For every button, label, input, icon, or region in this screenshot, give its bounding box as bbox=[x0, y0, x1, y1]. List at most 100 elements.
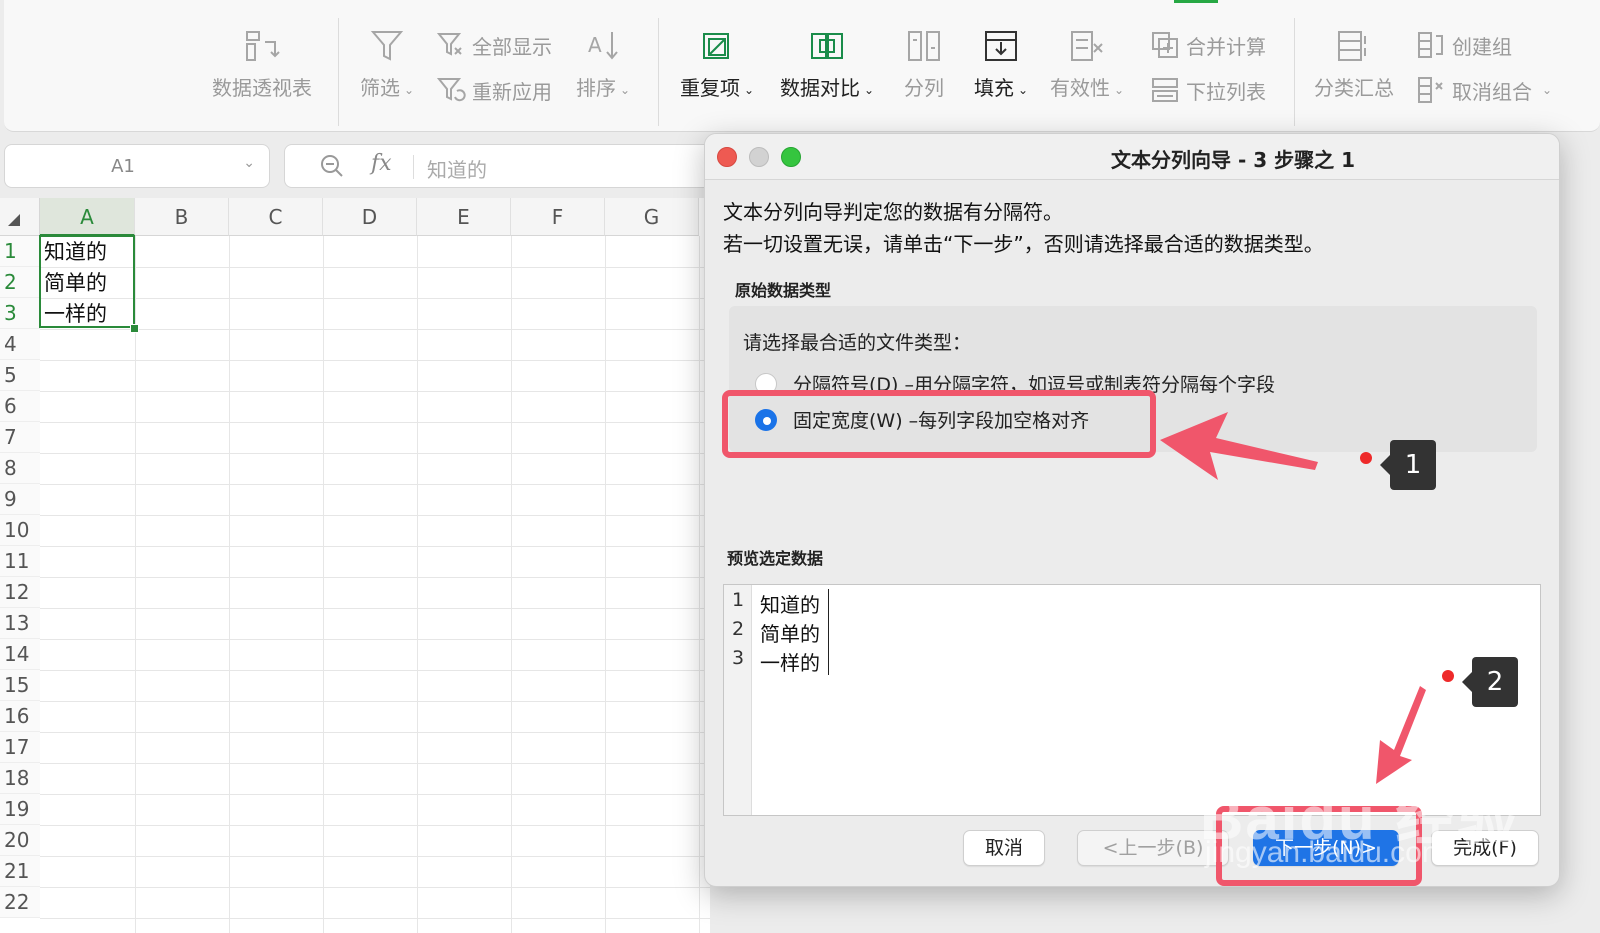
row-header[interactable]: 10 bbox=[0, 515, 40, 546]
grid-line bbox=[417, 236, 418, 933]
row-header[interactable]: 2 bbox=[0, 267, 40, 298]
fill-handle[interactable] bbox=[130, 324, 139, 333]
column-header[interactable]: C bbox=[229, 198, 323, 236]
column-header[interactable]: A bbox=[40, 198, 135, 236]
validity-button[interactable]: 有效性 ⌄ bbox=[1050, 28, 1124, 101]
column-header[interactable]: F bbox=[511, 198, 605, 236]
grid-line bbox=[40, 763, 710, 764]
row-header[interactable]: 11 bbox=[0, 546, 40, 577]
row-header[interactable]: 18 bbox=[0, 763, 40, 794]
grid-line bbox=[40, 856, 710, 857]
sort-icon: A bbox=[584, 28, 622, 64]
grid-line bbox=[511, 236, 512, 933]
row-header[interactable]: 7 bbox=[0, 422, 40, 453]
preview-line-number: 3 bbox=[731, 647, 745, 669]
grid-line bbox=[40, 918, 710, 919]
formula-bar[interactable]: fx 知道的 bbox=[284, 144, 714, 188]
chevron-down-icon[interactable]: ⌄ bbox=[243, 155, 255, 171]
row-header[interactable]: 12 bbox=[0, 577, 40, 608]
ribbon-divider bbox=[338, 18, 339, 126]
pivot-table-button[interactable]: 数据透视表 bbox=[212, 28, 312, 101]
pivot-table-icon bbox=[243, 28, 281, 64]
grid-line bbox=[40, 608, 710, 609]
ungroup-button[interactable]: 取消组合 ⌄ bbox=[1416, 75, 1552, 105]
row-header[interactable]: 9 bbox=[0, 484, 40, 515]
filter-button[interactable]: 筛选 ⌄ bbox=[360, 28, 414, 101]
preview-row: 简单的 bbox=[760, 622, 820, 646]
reapply-button[interactable]: 重新应用 bbox=[436, 75, 552, 105]
create-group-button[interactable]: 创建组 bbox=[1416, 30, 1512, 60]
grid-line bbox=[40, 267, 710, 268]
row-header[interactable]: 1 bbox=[0, 236, 40, 267]
grid-line bbox=[40, 453, 710, 454]
step-callout-1: 1 bbox=[1380, 440, 1436, 490]
subtotal-button[interactable]: 分类汇总 bbox=[1314, 28, 1394, 101]
ribbon-divider bbox=[1294, 18, 1295, 126]
preview-label: 预览选定数据 bbox=[727, 549, 824, 568]
file-type-prompt: 请选择最合适的文件类型： bbox=[743, 332, 972, 354]
function-icon[interactable]: fx bbox=[371, 151, 392, 176]
grid-line bbox=[40, 701, 710, 702]
subtotal-icon bbox=[1335, 28, 1373, 64]
row-header[interactable]: 13 bbox=[0, 608, 40, 639]
row-header[interactable]: 21 bbox=[0, 856, 40, 887]
row-header[interactable]: 8 bbox=[0, 453, 40, 484]
intro-line-2: 若一切设置无误，请单击“下一步”，否则请选择最合适的数据类型。 bbox=[723, 232, 1324, 256]
grid-line bbox=[40, 484, 710, 485]
row-header[interactable]: 16 bbox=[0, 701, 40, 732]
chevron-down-icon: ⌄ bbox=[620, 82, 631, 97]
ribbon-divider bbox=[658, 18, 659, 126]
formula-input[interactable]: 知道的 bbox=[427, 154, 487, 183]
row-header[interactable]: 20 bbox=[0, 825, 40, 856]
row-header[interactable]: 14 bbox=[0, 639, 40, 670]
column-header[interactable]: B bbox=[135, 198, 229, 236]
grid-line bbox=[40, 546, 710, 547]
grid-line bbox=[40, 329, 710, 330]
row-header[interactable]: 15 bbox=[0, 670, 40, 701]
grid-line bbox=[699, 236, 700, 933]
dropdown-list-button[interactable]: 下拉列表 bbox=[1150, 75, 1266, 105]
formula-divider bbox=[413, 155, 414, 179]
column-header[interactable]: G bbox=[605, 198, 699, 236]
active-tab-indicator bbox=[1174, 0, 1218, 3]
grid-line bbox=[605, 236, 606, 933]
marker-dot bbox=[1360, 452, 1372, 464]
consolidate-button[interactable]: 合并计算 bbox=[1150, 30, 1266, 60]
grid-line bbox=[40, 825, 710, 826]
create-group-icon bbox=[1418, 32, 1443, 58]
sort-button[interactable]: A 排序 ⌄ bbox=[576, 28, 630, 101]
spreadsheet-app: 数据透视表 筛选 ⌄ 全部显示 重新应用 A 排序 ⌄ 重复项 ⌄ 数据对比 ⌄… bbox=[0, 0, 1600, 933]
row-header[interactable]: 19 bbox=[0, 794, 40, 825]
row-header[interactable]: 6 bbox=[0, 391, 40, 422]
cell-reference: A1 bbox=[111, 156, 135, 177]
grid-line bbox=[40, 360, 710, 361]
validity-icon bbox=[1068, 28, 1106, 64]
row-header[interactable]: 17 bbox=[0, 732, 40, 763]
highlight-box-fixed-width bbox=[722, 390, 1156, 458]
duplicates-icon bbox=[698, 28, 736, 64]
column-break-line[interactable] bbox=[828, 589, 829, 675]
zoom-icon[interactable] bbox=[319, 153, 345, 179]
row-header[interactable]: 22 bbox=[0, 887, 40, 918]
selection-range bbox=[39, 235, 135, 328]
grid-line bbox=[40, 732, 710, 733]
split-column-button[interactable]: 分列 bbox=[904, 28, 944, 101]
data-compare-button[interactable]: 数据对比 ⌄ bbox=[780, 28, 874, 101]
fill-button[interactable]: 填充 ⌄ bbox=[974, 28, 1028, 101]
preview-line-number: 2 bbox=[731, 618, 745, 640]
column-header[interactable]: D bbox=[323, 198, 417, 236]
column-header[interactable]: E bbox=[417, 198, 511, 236]
select-all-corner[interactable] bbox=[0, 198, 40, 236]
watermark-url: jingyan.baidu.com bbox=[1205, 836, 1447, 869]
chevron-down-icon: ⌄ bbox=[864, 82, 875, 97]
duplicates-button[interactable]: 重复项 ⌄ bbox=[680, 28, 754, 101]
name-box[interactable]: A1 ⌄ bbox=[4, 144, 270, 188]
grid-line bbox=[40, 794, 710, 795]
row-header[interactable]: 4 bbox=[0, 329, 40, 360]
row-header[interactable]: 5 bbox=[0, 360, 40, 391]
consolidate-icon bbox=[1152, 32, 1178, 58]
dialog-title: 文本分列向导 - 3 步骤之 1 bbox=[1111, 148, 1355, 172]
row-header[interactable]: 3 bbox=[0, 298, 40, 329]
cancel-button[interactable]: 取消 bbox=[963, 830, 1045, 866]
show-all-button[interactable]: 全部显示 bbox=[436, 30, 552, 60]
